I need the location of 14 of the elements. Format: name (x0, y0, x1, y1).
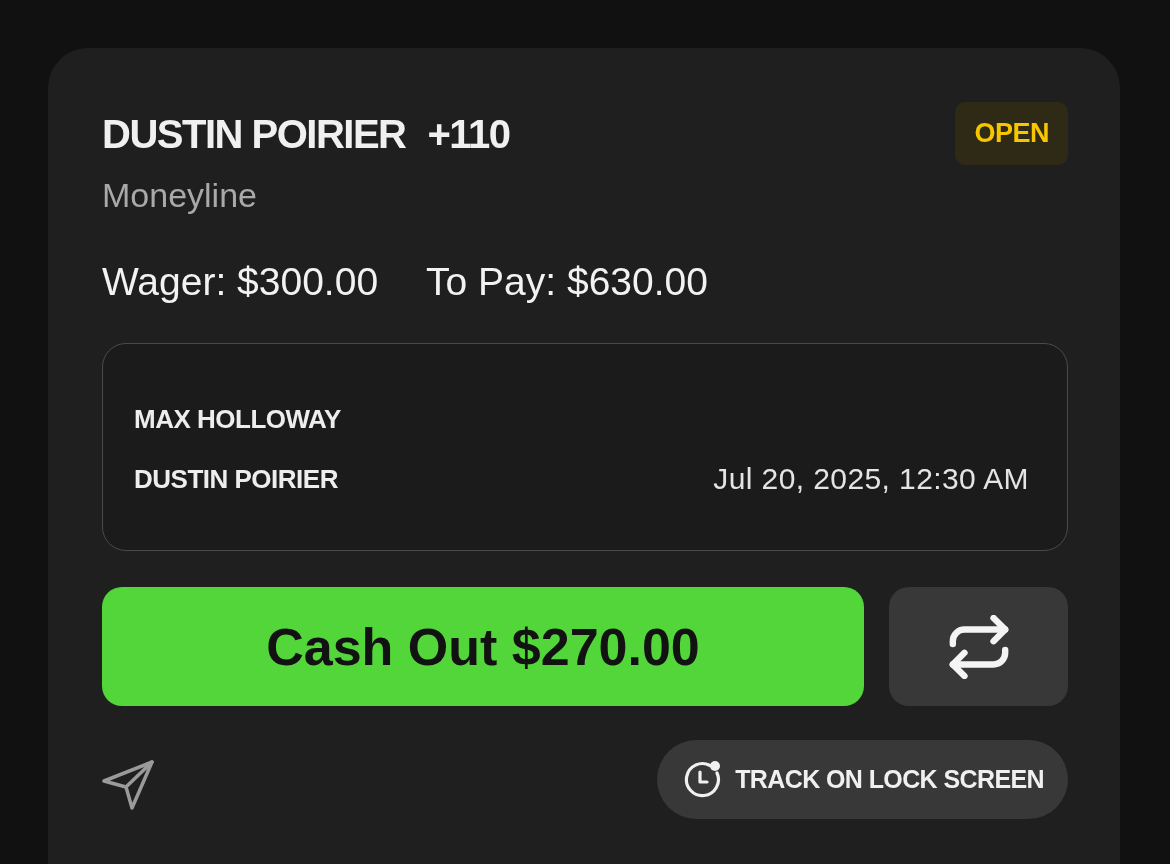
event-start-time: Jul 20, 2025, 12:30 AM (713, 461, 1029, 497)
repeat-bet-button[interactable] (889, 587, 1068, 706)
market-type: Moneyline (102, 175, 257, 215)
competitor-name: DUSTIN POIRIER (134, 463, 338, 496)
clock-icon (682, 759, 723, 800)
wager-amount: Wager: $300.00 (102, 259, 379, 305)
payout-amount: To Pay: $630.00 (426, 259, 708, 305)
status-badge: OPEN (955, 102, 1068, 165)
odds: +110 (427, 111, 510, 156)
repeat-icon (946, 614, 1011, 679)
track-lock-screen-button[interactable]: TRACK ON LOCK SCREEN (657, 740, 1068, 819)
cash-out-button[interactable]: Cash Out $270.00 (102, 587, 864, 706)
competitor-name: MAX HOLLOWAY (134, 403, 341, 436)
selection-name: DUSTIN POIRIER (102, 111, 406, 156)
